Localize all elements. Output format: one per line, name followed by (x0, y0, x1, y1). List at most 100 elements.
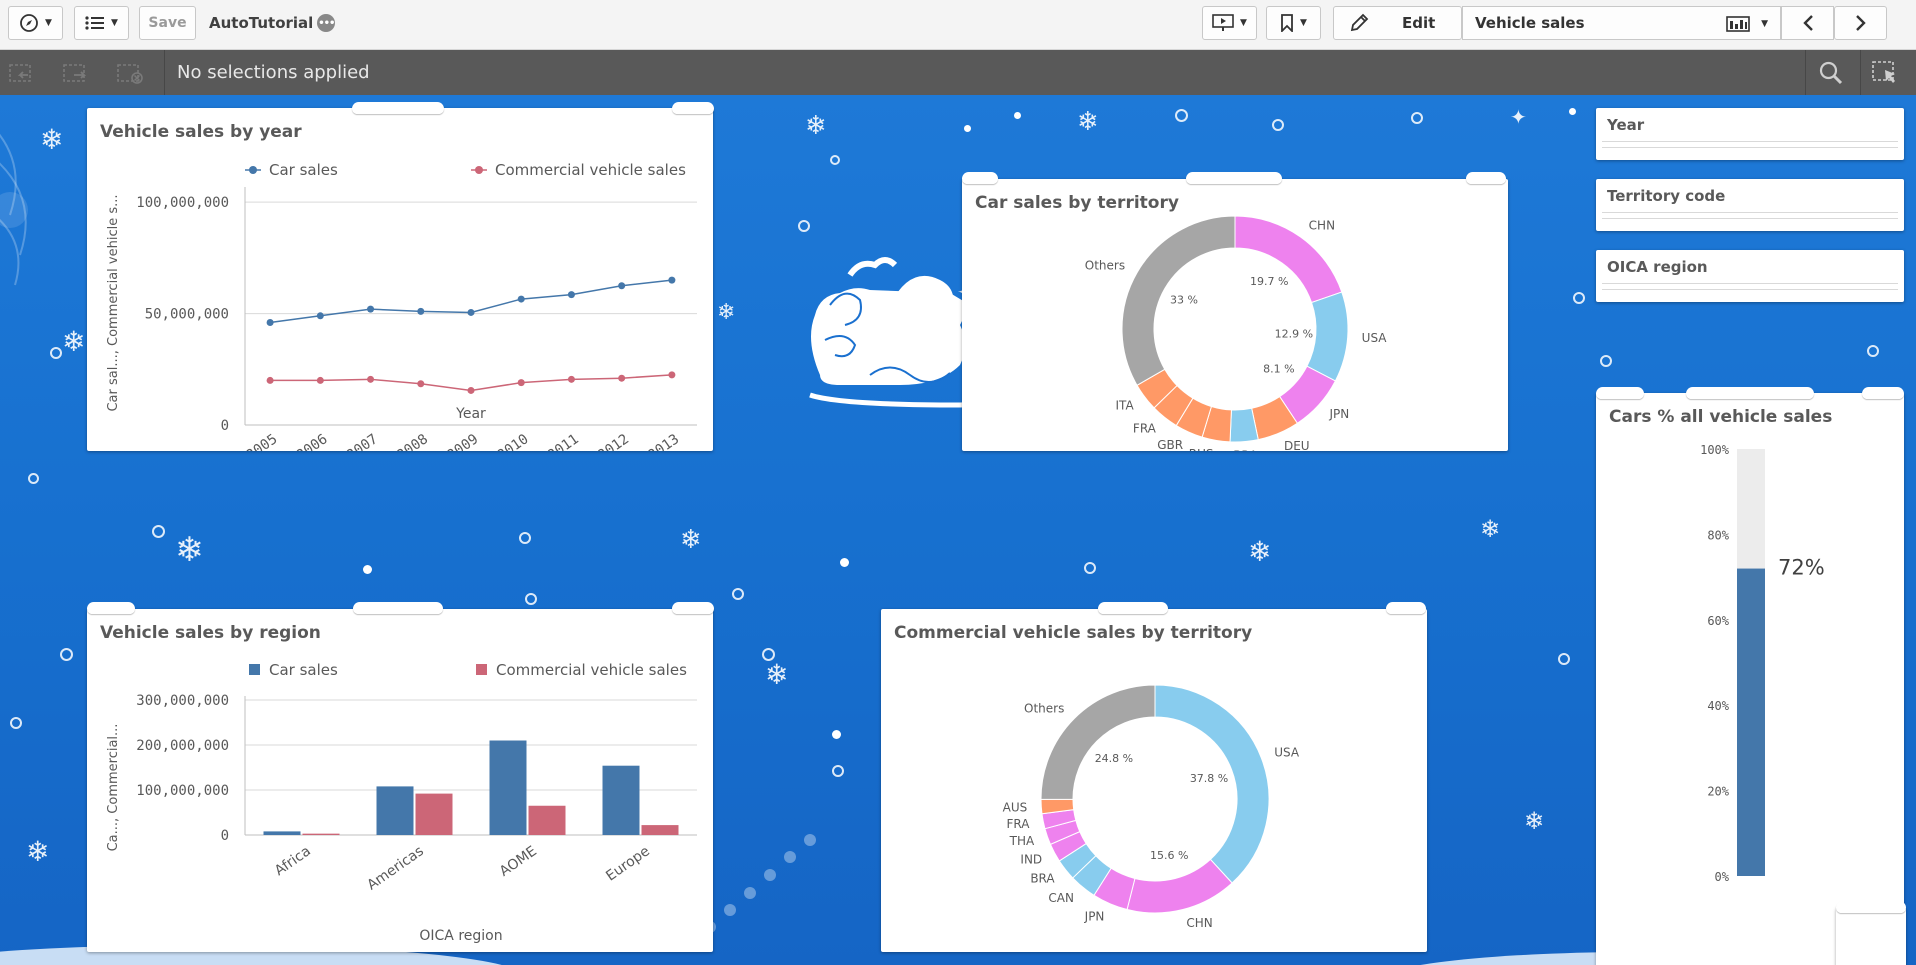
pencil-icon (1350, 13, 1369, 32)
legend-marker (249, 166, 257, 174)
snow-cap (87, 602, 135, 614)
next-sheet-button[interactable] (1834, 6, 1887, 40)
snow-dot (732, 588, 744, 600)
filter-title: Year (1607, 116, 1645, 134)
segment-label: RUS (1189, 447, 1214, 451)
previous-sheet-button[interactable] (1781, 6, 1834, 40)
series-line (270, 279, 672, 324)
data-point (266, 376, 274, 384)
vehicle-sales-by-region-panel[interactable]: Vehicle sales by region Car sales Commerc… (87, 609, 713, 952)
snowflake-icon: ❄ (765, 658, 789, 691)
car-sales-by-territory-panel[interactable]: Car sales by territory CHN 19.7 % USA 12.9 … (962, 179, 1508, 451)
snowflake-icon: ❄ (680, 525, 702, 555)
bookmarks-button[interactable]: ▼ (1266, 6, 1321, 40)
caret-down-icon: ▼ (111, 18, 118, 28)
clear-all-selections-button[interactable] (116, 61, 146, 85)
x-tick-label: 2013 (645, 431, 682, 451)
bar (641, 825, 679, 835)
filter-pane-year[interactable]: Year (1596, 108, 1904, 160)
gauge-value-label: 72% (1778, 556, 1825, 580)
cars-percent-panel[interactable]: Cars % all vehicle sales 100% 80% 60% 40% 20… (1596, 393, 1904, 965)
snow-dot (60, 648, 73, 661)
x-tick-label: 2008 (394, 431, 431, 451)
step-forward-button[interactable] (62, 61, 92, 85)
snow-cap (1386, 602, 1426, 614)
filter-title: Territory code (1607, 187, 1726, 205)
caret-down-icon: ▼ (45, 18, 52, 28)
save-button[interactable]: Save (139, 6, 196, 40)
selections-bar: No selections applied (0, 50, 1916, 95)
segment-label: DEU (1284, 439, 1310, 451)
list-icon (85, 16, 105, 30)
commercial-sales-by-territory-panel[interactable]: Commercial vehicle sales by territory US… (881, 609, 1427, 952)
redo-selection-icon (63, 64, 87, 82)
data-point (618, 374, 626, 382)
data-point (618, 282, 626, 290)
x-axis-label: OICA region (419, 928, 502, 944)
filter-pane-oica-region[interactable]: OICA region (1596, 250, 1904, 302)
legend-label: Car sales (269, 661, 338, 679)
snowflake-icon: ❄ (26, 835, 50, 868)
step-back-button[interactable] (8, 61, 38, 85)
data-point (517, 379, 525, 387)
legend-marker (249, 664, 260, 675)
legend-label: Commercial vehicle sales (495, 161, 686, 179)
y-tick-label: 100,000,000 (136, 783, 229, 799)
separator (1860, 50, 1861, 95)
segment-label: FRA (1007, 817, 1031, 831)
segment-percent: 37.8 % (1190, 772, 1228, 785)
legend-label: Car sales (269, 161, 338, 179)
snowflake-icon: ❄ (717, 300, 736, 325)
sheet-title: Vehicle sales (1475, 14, 1585, 32)
x-tick-label: Africa (272, 843, 314, 879)
selections-status: No selections applied (177, 62, 370, 83)
vehicle-sales-by-year-panel[interactable]: Vehicle sales by year Car sales Commercia… (87, 108, 713, 451)
sheet-navigator[interactable]: Vehicle sales ▼ (1462, 6, 1781, 40)
edit-label: Edit (1402, 14, 1436, 32)
snow-dot (525, 593, 537, 605)
global-menu-button[interactable]: ▼ (74, 6, 129, 40)
snow-cap (1596, 387, 1644, 399)
segment-percent: 12.9 % (1275, 327, 1313, 340)
segment-label: FRA (1133, 421, 1157, 435)
snow-dot (519, 532, 531, 544)
story-button[interactable]: ▼ (1202, 6, 1257, 40)
data-point (467, 386, 475, 394)
snowflake-icon: ❄ (1524, 807, 1545, 835)
search-button[interactable] (1816, 61, 1846, 85)
vehicle-sales-by-year-chart[interactable]: Car sales Commercial vehicle sales 100,000… (87, 108, 713, 451)
bar (602, 765, 640, 835)
selections-tool-button[interactable] (1870, 61, 1900, 85)
vehicle-sales-by-region-chart[interactable]: Car sales Commercial vehicle sales 300,000… (87, 609, 713, 952)
filter-pane-territory-code[interactable]: Territory code (1596, 179, 1904, 231)
y-tick-label: 50,000,000 (145, 307, 229, 323)
y-tick-label: 100% (1700, 443, 1730, 457)
snow-cap (1186, 172, 1282, 184)
sheets-icon[interactable] (1726, 16, 1750, 32)
snowflake-icon: ✦ (1510, 105, 1527, 129)
snow-dot (152, 525, 165, 538)
app-info-icon[interactable]: ••• (317, 14, 335, 32)
snow-dot (830, 155, 840, 165)
cars-percent-gauge[interactable]: 100% 80% 60% 40% 20% 0% 72% (1596, 393, 1904, 965)
segment-label: CHN (1309, 219, 1335, 233)
app-title[interactable]: AutoTutorial ••• (209, 6, 335, 40)
snow-dot (1558, 653, 1570, 665)
y-tick-label: 0 (221, 418, 229, 434)
gauge-fill (1737, 568, 1765, 876)
commercial-sales-by-territory-chart[interactable]: USA 37.8 % CHN 15.6 % JPN CAN BRA IND THA FRA AUS O… (881, 609, 1427, 952)
edit-button[interactable]: Edit (1333, 6, 1462, 40)
caret-down-icon: ▼ (1300, 18, 1307, 28)
snow-dot (1411, 112, 1423, 124)
navigation-button[interactable]: ▼ (8, 6, 63, 40)
legend-label: Commercial vehicle sales (496, 661, 687, 679)
y-tick-label: 80% (1707, 528, 1729, 542)
data-point (567, 375, 575, 383)
data-point (316, 312, 324, 320)
x-tick-label: 2006 (294, 431, 331, 451)
snow-cap (962, 172, 998, 184)
legend-marker (475, 166, 483, 174)
data-point (367, 305, 375, 313)
sheet-canvas: ❄ ❄ ❄ ❄ ❄ ❄ ❄ ❄ ❄ ❄ ❄ ❄ ✦ ✦ ✦ Vehicle sa… (0, 95, 1916, 965)
car-sales-by-territory-chart[interactable]: CHN 19.7 % USA 12.9 % JPN 8.1 % DEU BRA RUS GBRFR… (962, 179, 1508, 451)
